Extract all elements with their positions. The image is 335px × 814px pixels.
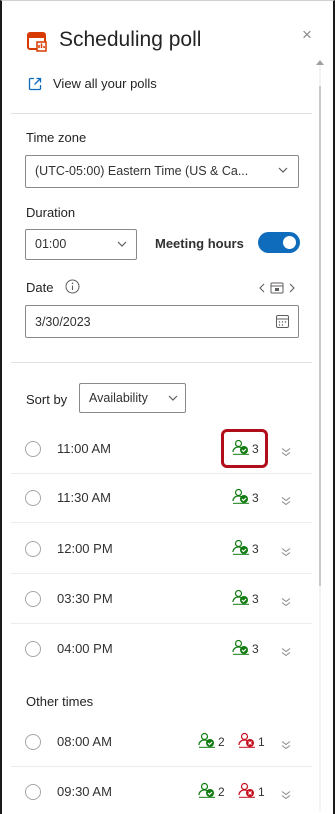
duration-label: Duration	[26, 205, 76, 220]
accepted-attendees-icon	[232, 589, 250, 610]
sort-by-value: Availability	[89, 391, 148, 405]
scheduling-poll-icon	[27, 32, 47, 52]
time-slot-label: 12:00 PM	[57, 541, 113, 556]
meeting-hours-label: Meeting hours	[155, 236, 244, 251]
chevron-down-icon	[278, 167, 288, 173]
time-zone-value: (UTC-05:00) Eastern Time (US & Ca...	[35, 164, 249, 178]
time-slot-label: 11:30 AM	[57, 490, 111, 505]
date-label: Date	[26, 280, 54, 295]
sort-by-label: Sort by	[26, 392, 68, 407]
declined-count: 1	[258, 785, 265, 799]
accepted-attendees-icon	[232, 488, 250, 509]
expand-chevron-icon[interactable]	[281, 787, 291, 800]
time-slot-label: 11:00 AM	[57, 441, 111, 456]
chevron-down-icon	[168, 395, 178, 401]
accepted-count: 2	[218, 785, 225, 799]
date-picker-field[interactable]: 3/30/2023	[25, 305, 299, 338]
declined-attendees-icon	[238, 732, 256, 753]
view-all-polls-link[interactable]: View all your polls	[53, 76, 157, 91]
chevron-down-icon	[117, 241, 127, 247]
row-divider	[11, 766, 312, 767]
calendar-icon[interactable]	[275, 314, 290, 329]
time-slot-label: 08:00 AM	[57, 734, 112, 749]
toggle-knob	[283, 236, 296, 249]
date-value: 3/30/2023	[35, 315, 91, 329]
time-zone-label: Time zone	[26, 130, 87, 145]
scroll-up-icon[interactable]	[316, 59, 324, 65]
duration-value: 01:00	[35, 237, 67, 251]
time-slot-radio[interactable]	[25, 541, 41, 557]
expand-chevron-icon[interactable]	[281, 493, 291, 506]
scrollbar-thumb[interactable]	[319, 86, 321, 586]
divider	[11, 362, 312, 363]
time-slot-radio[interactable]	[25, 784, 41, 800]
info-icon[interactable]	[65, 279, 80, 294]
accepted-count: 3	[252, 491, 259, 505]
accepted-count: 2	[218, 735, 225, 749]
expand-chevron-icon[interactable]	[281, 444, 291, 457]
scheduling-poll-pane: Scheduling poll × View all your polls Ti…	[0, 0, 335, 814]
expand-chevron-icon[interactable]	[281, 644, 291, 657]
page-title: Scheduling poll	[59, 28, 202, 51]
row-divider	[11, 623, 312, 624]
expand-chevron-icon[interactable]	[281, 544, 291, 557]
time-slot-radio[interactable]	[25, 441, 41, 457]
duration-dropdown[interactable]: 01:00	[25, 229, 137, 260]
accepted-attendees-icon	[198, 732, 216, 753]
date-navigation-icons[interactable]	[258, 281, 298, 295]
accepted-attendees-icon	[232, 539, 250, 560]
other-times-heading: Other times	[26, 694, 94, 709]
time-slot-radio[interactable]	[25, 490, 41, 506]
time-zone-dropdown[interactable]: (UTC-05:00) Eastern Time (US & Ca...	[25, 155, 299, 188]
divider	[11, 113, 312, 114]
time-slot-radio[interactable]	[25, 591, 41, 607]
highlight-box	[221, 429, 268, 468]
declined-count: 1	[258, 735, 265, 749]
time-slot-label: 09:30 AM	[57, 784, 112, 799]
expand-chevron-icon[interactable]	[281, 737, 291, 750]
time-slot-radio[interactable]	[25, 734, 41, 750]
time-slot-label: 03:30 PM	[57, 591, 113, 606]
close-icon[interactable]: ×	[302, 25, 312, 45]
time-slot-label: 04:00 PM	[57, 641, 113, 656]
sort-by-dropdown[interactable]: Availability	[79, 383, 186, 413]
row-divider	[11, 573, 312, 574]
accepted-count: 3	[252, 642, 259, 656]
row-divider	[11, 522, 312, 523]
time-slot-radio[interactable]	[25, 641, 41, 657]
open-external-icon[interactable]	[27, 76, 43, 92]
accepted-count: 3	[252, 542, 259, 556]
expand-chevron-icon[interactable]	[281, 594, 291, 607]
accepted-attendees-icon	[232, 639, 250, 660]
meeting-hours-toggle[interactable]	[258, 232, 300, 253]
declined-attendees-icon	[238, 782, 256, 803]
accepted-attendees-icon	[198, 782, 216, 803]
accepted-count: 3	[252, 592, 259, 606]
